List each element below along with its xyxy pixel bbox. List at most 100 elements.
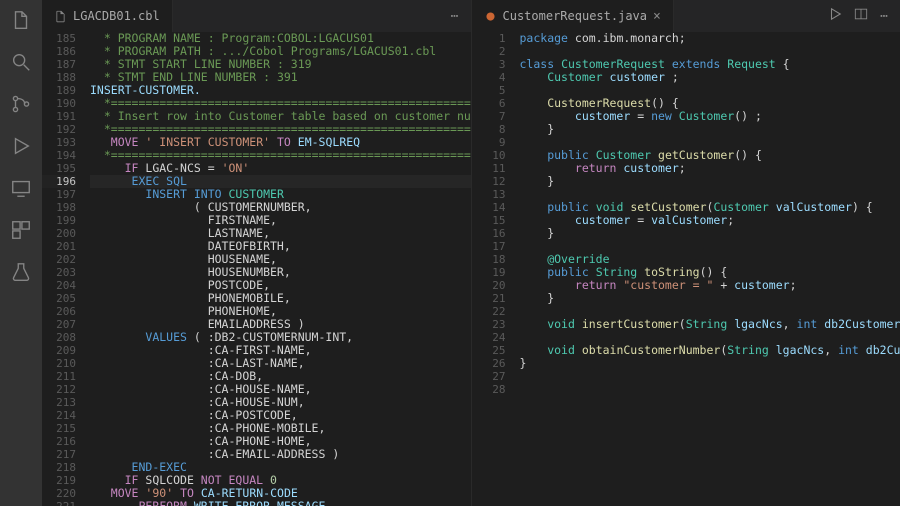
code-line: void obtainCustomerNumber(String lgacNcs…	[520, 344, 900, 357]
editor-group-right: CustomerRequest.java × ⋯ 123456789101112…	[472, 0, 900, 506]
file-icon	[54, 10, 67, 23]
line-number: 26	[472, 357, 506, 370]
tab-filename: LGACDB01.cbl	[73, 9, 160, 23]
debug-icon[interactable]	[9, 134, 33, 158]
code-line: PERFORM WRITE-ERROR-MESSAGE	[90, 500, 471, 506]
line-number: 194	[42, 149, 76, 162]
line-number: 1	[472, 32, 506, 45]
line-number: 13	[472, 188, 506, 201]
run-icon[interactable]	[822, 7, 848, 25]
line-number: 201	[42, 240, 76, 253]
line-number: 25	[472, 344, 506, 357]
line-number: 7	[472, 110, 506, 123]
editor-split: LGACDB01.cbl ⋯ 1851861871881891901911921…	[42, 0, 900, 506]
line-number: 207	[42, 318, 76, 331]
line-number: 10	[472, 149, 506, 162]
line-number: 22	[472, 305, 506, 318]
code-line: return customer;	[520, 162, 900, 175]
line-number: 203	[42, 266, 76, 279]
line-number: 195	[42, 162, 76, 175]
line-number: 215	[42, 422, 76, 435]
activity-bar	[0, 0, 42, 506]
line-number: 192	[42, 123, 76, 136]
line-number: 212	[42, 383, 76, 396]
line-number: 186	[42, 45, 76, 58]
source-control-icon[interactable]	[9, 92, 33, 116]
tab-java[interactable]: CustomerRequest.java ×	[472, 0, 674, 32]
code-line: Customer customer ;	[520, 71, 900, 84]
code-line: customer = valCustomer;	[520, 214, 900, 227]
line-number: 209	[42, 344, 76, 357]
code-line: }	[520, 357, 900, 370]
extensions-icon[interactable]	[9, 218, 33, 242]
line-number: 197	[42, 188, 76, 201]
line-number: 202	[42, 253, 76, 266]
tab-filename: CustomerRequest.java	[503, 9, 648, 23]
line-number: 200	[42, 227, 76, 240]
java-editor[interactable]: 1234567891011121314151617181920212223242…	[472, 32, 900, 506]
code-line	[520, 370, 900, 383]
line-number: 199	[42, 214, 76, 227]
code-line: void insertCustomer(String lgacNcs, int …	[520, 318, 900, 331]
code-line: package com.ibm.monarch;	[520, 32, 900, 45]
line-number: 24	[472, 331, 506, 344]
search-icon[interactable]	[9, 50, 33, 74]
tab-cobol[interactable]: LGACDB01.cbl	[42, 0, 173, 32]
line-number: 20	[472, 279, 506, 292]
line-number: 219	[42, 474, 76, 487]
line-number: 27	[472, 370, 506, 383]
line-number: 217	[42, 448, 76, 461]
files-icon[interactable]	[9, 8, 33, 32]
line-number: 17	[472, 240, 506, 253]
line-number: 187	[42, 58, 76, 71]
line-number: 191	[42, 110, 76, 123]
line-number: 216	[42, 435, 76, 448]
code-line	[520, 383, 900, 396]
line-number: 12	[472, 175, 506, 188]
line-number: 5	[472, 84, 506, 97]
line-number: 15	[472, 214, 506, 227]
line-number: 185	[42, 32, 76, 45]
line-number: 210	[42, 357, 76, 370]
line-number: 190	[42, 97, 76, 110]
line-number: 218	[42, 461, 76, 474]
code-line: }	[520, 123, 900, 136]
editor-group-left: LGACDB01.cbl ⋯ 1851861871881891901911921…	[42, 0, 472, 506]
line-number: 21	[472, 292, 506, 305]
more-actions-icon[interactable]: ⋯	[874, 9, 894, 24]
line-number: 23	[472, 318, 506, 331]
line-number: 214	[42, 409, 76, 422]
line-number: 204	[42, 279, 76, 292]
line-number: 16	[472, 227, 506, 240]
line-number: 28	[472, 383, 506, 396]
remote-icon[interactable]	[9, 176, 33, 200]
line-number: 220	[42, 487, 76, 500]
java-file-icon	[484, 10, 497, 23]
line-number: 221	[42, 500, 76, 506]
cobol-editor[interactable]: 185186187188189190191192193194195196197 1…	[42, 32, 471, 506]
line-number: 196	[42, 175, 76, 188]
code-line: }	[520, 175, 900, 188]
line-number: 205	[42, 292, 76, 305]
line-number: 6	[472, 97, 506, 110]
split-editor-icon[interactable]	[848, 7, 874, 25]
line-number: 2	[472, 45, 506, 58]
code-line: return "customer = " + customer;	[520, 279, 900, 292]
line-number: 188	[42, 71, 76, 84]
line-number: 206	[42, 305, 76, 318]
line-number: 9	[472, 136, 506, 149]
line-number: 3	[472, 58, 506, 71]
line-number: 189	[42, 84, 76, 97]
line-number: 18	[472, 253, 506, 266]
tabbar-right: CustomerRequest.java × ⋯	[472, 0, 900, 32]
line-number: 208	[42, 331, 76, 344]
more-actions-icon[interactable]: ⋯	[445, 9, 465, 24]
line-number: 8	[472, 123, 506, 136]
close-icon[interactable]: ×	[653, 9, 661, 24]
line-number: 19	[472, 266, 506, 279]
line-number: 14	[472, 201, 506, 214]
test-icon[interactable]	[9, 260, 33, 284]
code-line: }	[520, 292, 900, 305]
line-number: 193	[42, 136, 76, 149]
line-number: 4	[472, 71, 506, 84]
